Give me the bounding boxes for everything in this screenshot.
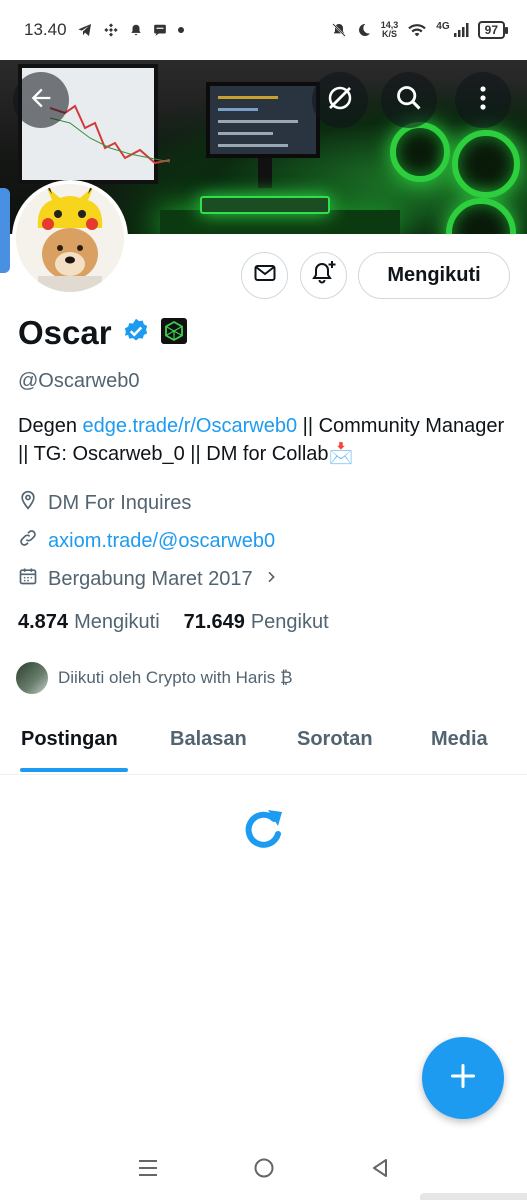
following-stat[interactable]: 4.874 Mengikuti — [18, 611, 160, 634]
gesture-handle — [420, 1193, 527, 1200]
grok-button[interactable] — [312, 72, 368, 128]
triangle-back-icon[interactable] — [370, 1157, 390, 1184]
joined-text: Bergabung Maret 2017 — [48, 567, 253, 590]
plus-icon — [449, 1062, 477, 1095]
tab-media[interactable]: Media — [431, 728, 488, 751]
verified-badge-icon[interactable] — [122, 317, 150, 350]
profile-name: Oscar — [18, 314, 112, 351]
followed-by-row[interactable]: Diikuti oleh Crypto with Haris ₿ — [14, 660, 293, 696]
battery-indicator: 97 — [477, 21, 509, 39]
tab-sorotan[interactable]: Sorotan — [297, 728, 373, 751]
back-arrow-icon — [27, 84, 55, 117]
screen-line — [218, 96, 278, 99]
location-row: DM For Inquires — [18, 490, 191, 516]
followers-label: Pengikut — [250, 611, 329, 633]
grok-icon — [325, 83, 355, 118]
bio-text-prefix: Degen — [18, 415, 83, 437]
net-speed: 14,3 K/S — [381, 21, 399, 39]
active-tab-indicator — [20, 768, 128, 772]
followers-stat[interactable]: 71.649 Pengikut — [184, 611, 329, 634]
profile-name-row: Oscar — [18, 314, 188, 352]
banner-keyboard — [200, 196, 330, 214]
menu-lines-icon[interactable] — [137, 1157, 159, 1184]
following-count: 4.874 — [18, 611, 69, 633]
moon-icon — [356, 22, 372, 38]
banner-monitor-center — [206, 82, 320, 158]
status-time: 13.40 — [24, 20, 67, 39]
cube-badge-icon[interactable] — [160, 317, 188, 350]
net-speed-unit: K/S — [382, 29, 398, 39]
joined-row[interactable]: Bergabung Maret 2017 — [18, 566, 279, 592]
website-link[interactable]: axiom.trade/@oscarweb0 — [48, 530, 275, 553]
search-button[interactable] — [381, 72, 437, 128]
profile-handle: @Oscarweb0 — [18, 370, 140, 392]
screen-line — [218, 108, 258, 111]
telegram-icon — [77, 22, 93, 38]
message-icon — [153, 23, 167, 37]
followers-count: 71.649 — [183, 611, 245, 633]
profile-bio: Degen edge.trade/r/Oscarweb0 || Communit… — [18, 412, 508, 468]
side-edge-tab[interactable] — [0, 188, 10, 273]
signal-icon — [453, 22, 469, 38]
following-label: Mengikuti — [74, 611, 160, 633]
compose-fab-button[interactable] — [422, 1037, 504, 1119]
binance-icon — [103, 22, 119, 38]
banner-fan — [446, 198, 516, 234]
bell-plus-icon — [310, 259, 338, 292]
link-icon — [18, 528, 38, 554]
avatar[interactable] — [12, 180, 128, 296]
mute-bell-icon — [331, 22, 347, 38]
monitor-stand — [258, 158, 272, 188]
refresh-icon — [238, 804, 290, 856]
location-pin-icon — [18, 490, 38, 516]
tab-balasan[interactable]: Balasan — [170, 728, 247, 751]
website-row: axiom.trade/@oscarweb0 — [18, 528, 275, 554]
circle-home-icon[interactable] — [253, 1157, 275, 1184]
back-button[interactable] — [13, 72, 69, 128]
status-bar: 13.40 14,3 K/S 4G 97 — [0, 0, 527, 60]
banner-fan — [452, 130, 520, 198]
calendar-icon — [18, 566, 38, 592]
following-button[interactable]: Mengikuti — [358, 252, 510, 299]
avatar-image — [16, 184, 124, 292]
system-navbar — [0, 1140, 527, 1200]
screen-line — [218, 132, 273, 135]
more-vertical-icon — [479, 85, 487, 116]
followed-by-text: Diikuti oleh Crypto with Haris ₿ — [58, 668, 293, 687]
message-button[interactable] — [241, 252, 288, 299]
bell-icon — [129, 22, 143, 38]
bio-link[interactable]: edge.trade/r/Oscarweb0 — [83, 415, 298, 437]
follow-stats: 4.874 Mengikuti 71.649 Pengikut — [18, 611, 329, 634]
wifi-icon — [407, 22, 427, 38]
screen-line — [218, 144, 288, 147]
location-text: DM For Inquires — [48, 491, 192, 514]
screen-line — [218, 120, 298, 123]
banner-fan — [390, 122, 450, 182]
chevron-right-icon — [263, 568, 279, 591]
envelope-icon — [253, 261, 277, 290]
search-icon — [395, 84, 423, 117]
profile-tabs: Postingan Balasan Sorotan Media — [0, 720, 527, 775]
network-type: 4G — [436, 20, 450, 32]
dot-icon — [177, 26, 185, 34]
follower-avatar — [14, 660, 50, 696]
tab-postingan[interactable]: Postingan — [21, 728, 118, 751]
notify-button[interactable] — [300, 252, 347, 299]
more-options-button[interactable] — [455, 72, 511, 128]
